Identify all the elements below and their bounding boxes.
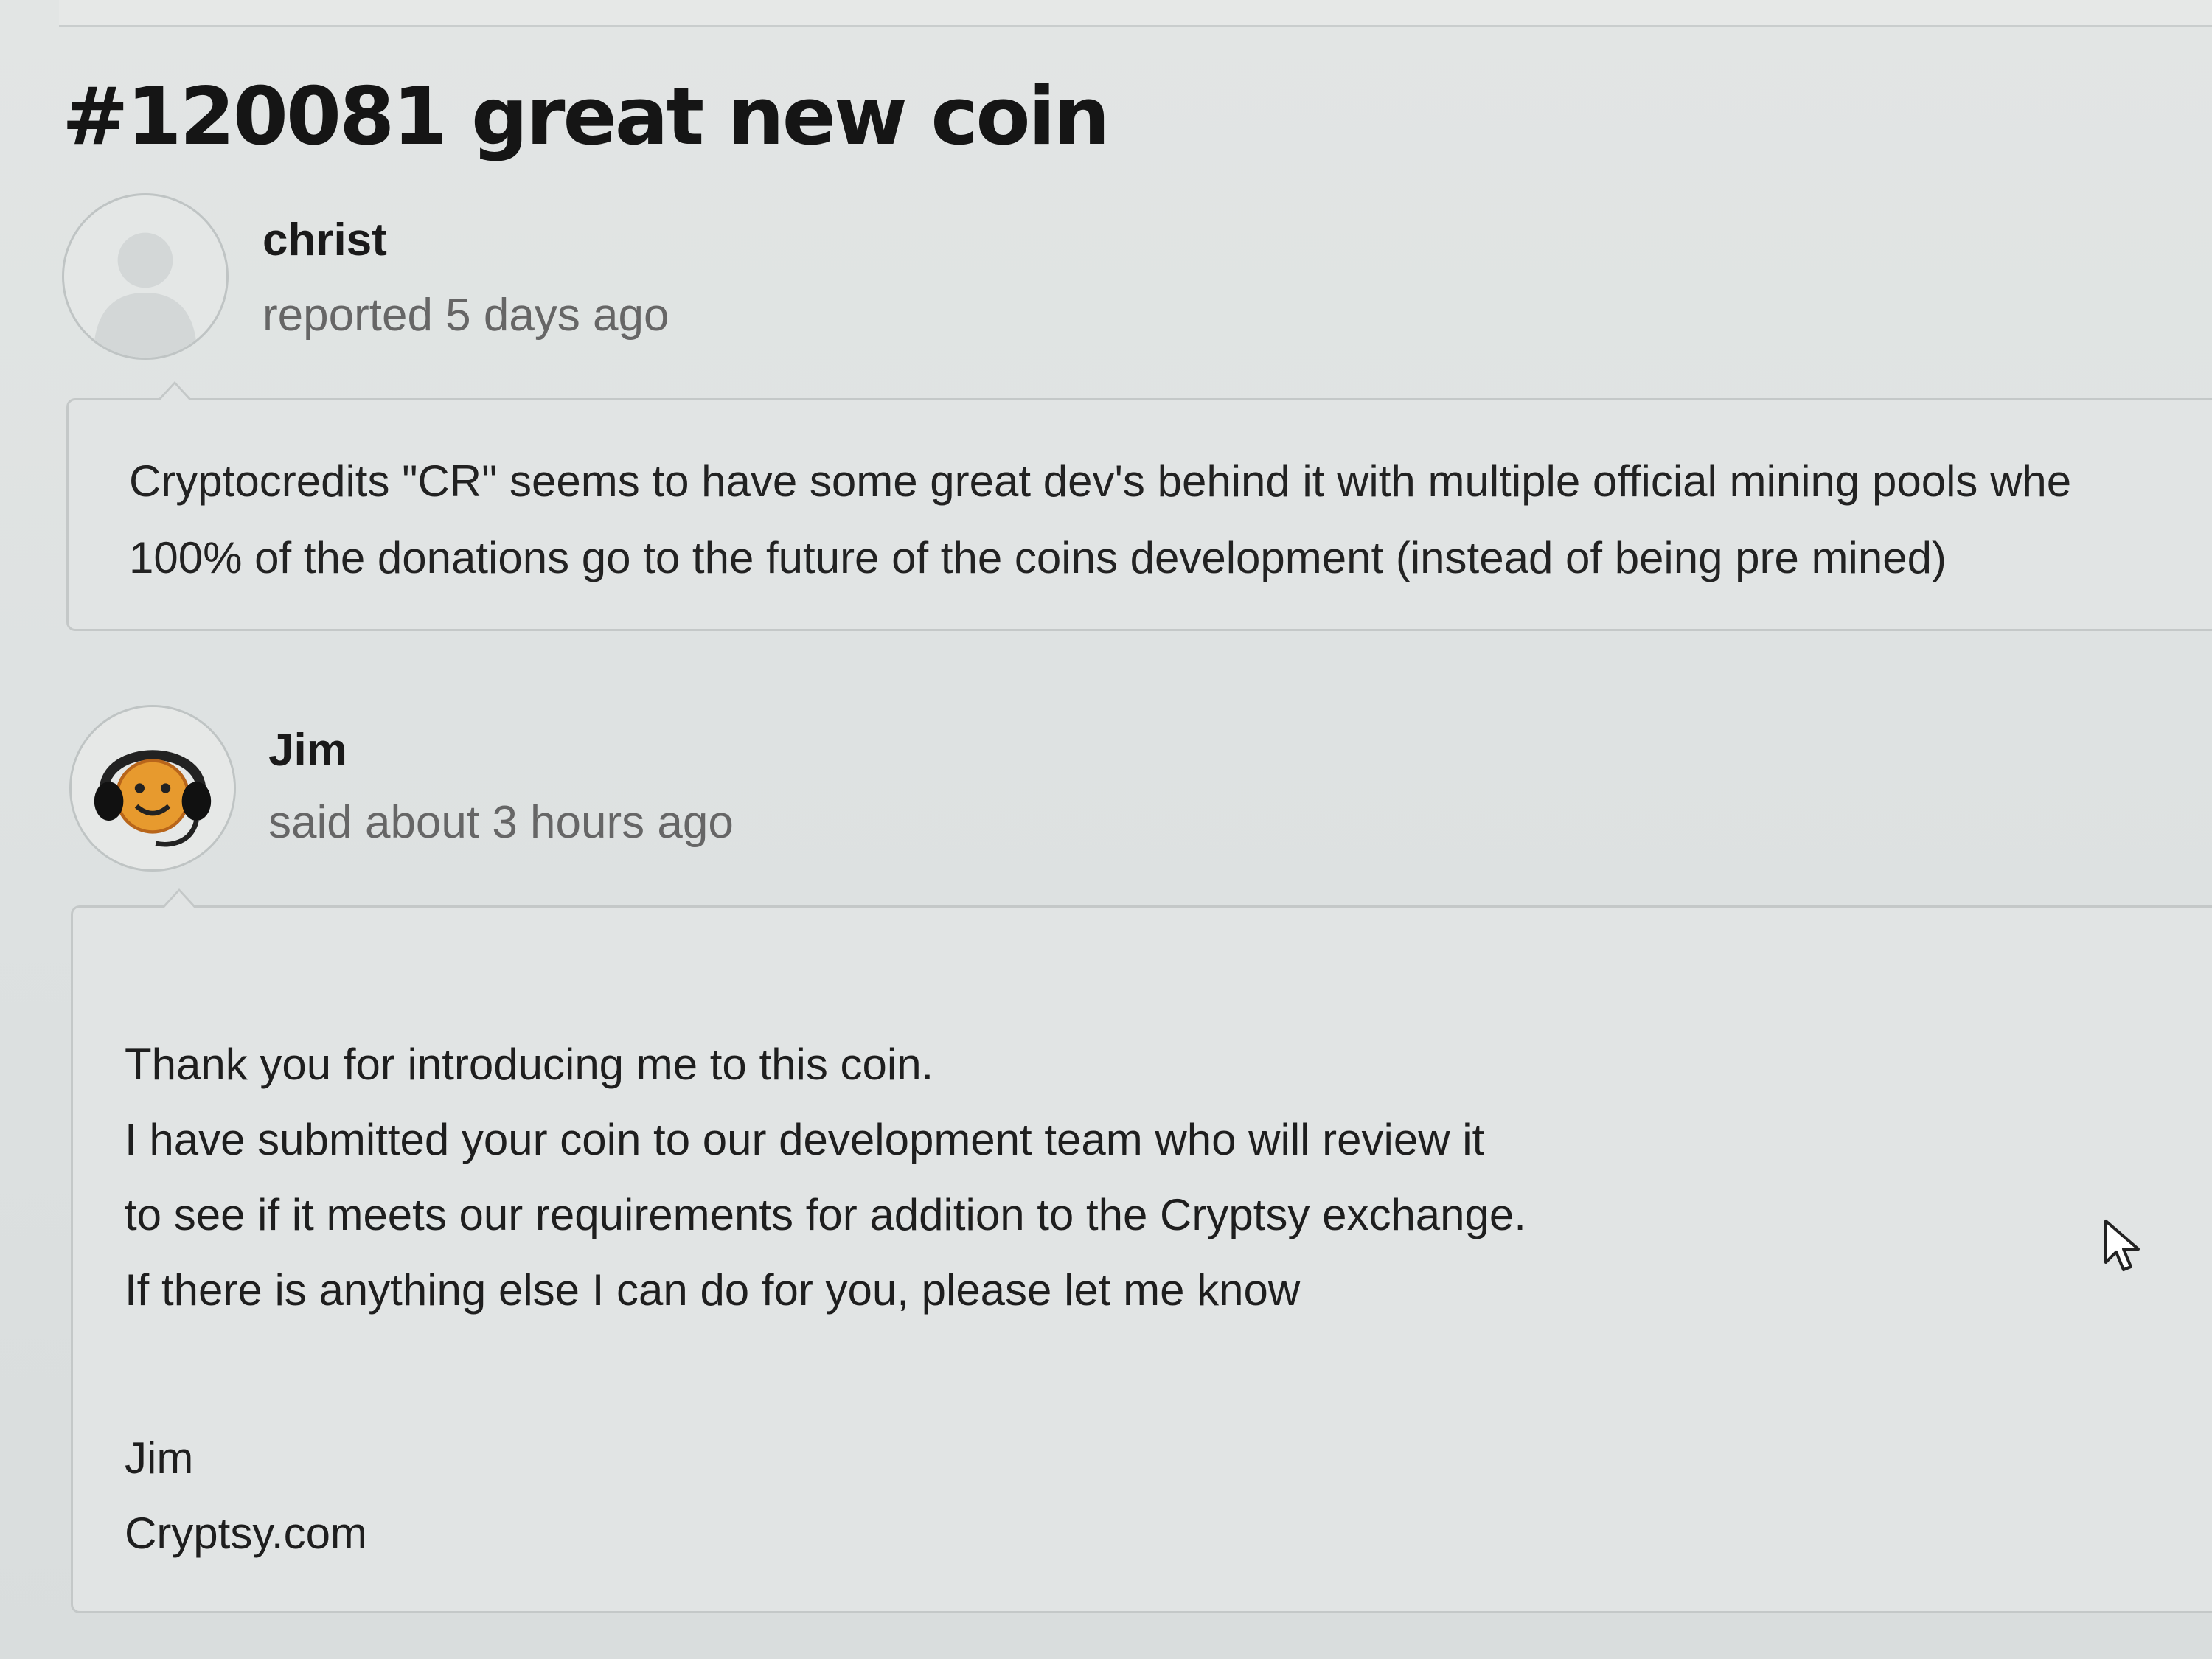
- report-message-bubble: Cryptocredits "CR" seems to have some gr…: [66, 381, 2212, 631]
- report-timestamp: reported 5 days ago: [262, 290, 669, 341]
- reply-line: If there is anything else I can do for y…: [125, 1265, 1301, 1315]
- reply-signature-name: Jim: [125, 1433, 194, 1483]
- top-divider: [59, 0, 2212, 27]
- support-agent-avatar-icon[interactable]: [69, 705, 236, 872]
- default-user-avatar-icon[interactable]: [62, 193, 229, 360]
- mouse-pointer-icon: [2104, 1220, 2140, 1271]
- reply-line: to see if it meets our requirements for …: [125, 1190, 1526, 1239]
- reply-signature-site: Cryptsy.com: [125, 1509, 367, 1558]
- reply-line: I have submitted your coin to our develo…: [125, 1115, 1485, 1164]
- ticket-title: #120081 great new coin: [62, 71, 1110, 163]
- reply-timestamp: said about 3 hours ago: [268, 797, 734, 848]
- report-line: 100% of the donations go to the future o…: [129, 533, 1947, 582]
- report-message-body: Cryptocredits "CR" seems to have some gr…: [129, 443, 2071, 597]
- report-line: Cryptocredits "CR" seems to have some gr…: [129, 456, 2072, 506]
- report-author-name[interactable]: christ: [262, 214, 387, 266]
- reply-line: Thank you for introducing me to this coi…: [125, 1040, 934, 1089]
- reply-author-name[interactable]: Jim: [268, 724, 347, 776]
- reply-message-bubble: Thank you for introducing me to this coi…: [71, 888, 2212, 1613]
- ticket-page: #120081 great new coin christ reported 5…: [0, 0, 2212, 1659]
